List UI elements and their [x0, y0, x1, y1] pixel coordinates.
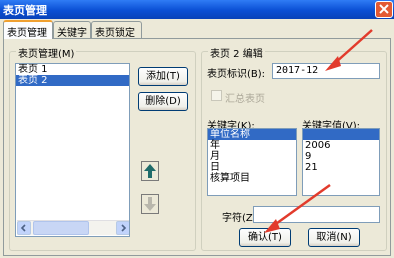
summary-sheet-checkbox[interactable]	[211, 90, 222, 101]
keyword-list-item-selected[interactable]: 单位名称	[208, 129, 296, 140]
ok-button[interactable]: 确认(T)	[239, 228, 291, 247]
delete-button[interactable]: 删除(D)	[138, 92, 188, 111]
sheet-listbox[interactable]: 表页 1 表页 2	[15, 63, 130, 237]
keyword-value-item[interactable]: 21	[303, 162, 379, 173]
close-button[interactable]	[375, 1, 393, 18]
move-up-button[interactable]	[141, 161, 159, 181]
keyword-value-item[interactable]	[303, 173, 379, 184]
scroll-left-button[interactable]	[17, 221, 31, 235]
keyword-value-item[interactable]: 9	[303, 151, 379, 162]
keyword-listbox[interactable]: 单位名称 年 月 日 核算项目	[207, 128, 297, 196]
sheet-list-item-selected[interactable]: 表页 2	[16, 75, 129, 86]
sheet-list-item[interactable]: 表页 1	[16, 64, 129, 75]
tab-sheet-management[interactable]: 表页管理	[3, 20, 53, 39]
title-bar: 表页管理	[0, 0, 394, 19]
arrow-up-icon	[144, 164, 156, 178]
sheet-management-group: 表页管理(M) 表页 1 表页 2 添加(T) 删除(D)	[9, 45, 196, 251]
keyword-list-item[interactable]: 核算项目	[208, 173, 296, 184]
keyword-value-listbox[interactable]: 2006 9 21	[302, 128, 380, 196]
keyword-list-item[interactable]: 月	[208, 151, 296, 162]
sheet-id-input[interactable]: 2017-12	[272, 63, 380, 79]
keyword-list-item[interactable]: 日	[208, 162, 296, 173]
char-label: 字符(Z)	[222, 213, 257, 224]
scrollbar-thumb[interactable]	[33, 221, 89, 235]
sheet-edit-group-label: 表页 2 编辑	[208, 45, 265, 60]
keyword-value-item-selected[interactable]	[303, 129, 379, 140]
char-input[interactable]	[253, 206, 380, 223]
window-title: 表页管理	[3, 4, 47, 17]
tab-panel: 表页管理(M) 表页 1 表页 2 添加(T) 删除(D) 表页 2 编辑 表页…	[3, 38, 391, 256]
summary-sheet-label: 汇总表页	[225, 94, 265, 105]
add-button[interactable]: 添加(T)	[138, 67, 188, 86]
sheet-management-group-label: 表页管理(M)	[16, 45, 77, 60]
tab-keywords[interactable]: 关键字	[53, 21, 91, 39]
sheet-id-label: 表页标识(B):	[207, 69, 266, 80]
chevron-left-icon	[20, 224, 26, 232]
arrow-down-icon	[144, 197, 156, 211]
scroll-right-button[interactable]	[116, 221, 129, 235]
move-down-button[interactable]	[141, 194, 159, 214]
keyword-list-item[interactable]: 年	[208, 140, 296, 151]
horizontal-scrollbar[interactable]	[17, 220, 129, 235]
chevron-right-icon	[121, 224, 127, 232]
sheet-edit-group: 表页 2 编辑 表页标识(B): 2017-12 汇总表页 关键字(K): 关键…	[201, 45, 387, 251]
cancel-button[interactable]: 取消(N)	[308, 228, 360, 247]
tab-sheet-lock[interactable]: 表页锁定	[91, 21, 142, 39]
close-icon	[379, 4, 389, 14]
keyword-value-item[interactable]: 2006	[303, 140, 379, 151]
